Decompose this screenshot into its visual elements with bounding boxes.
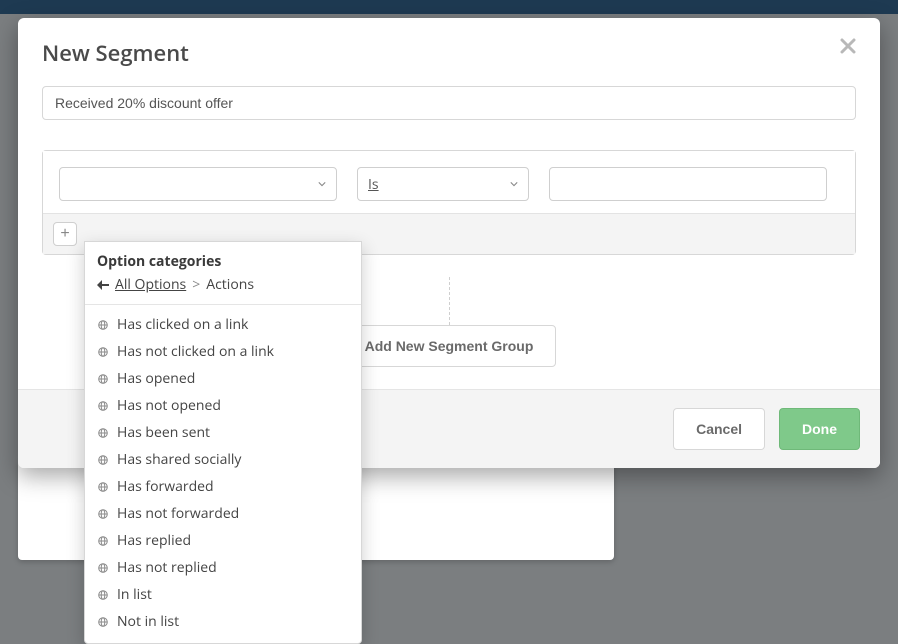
globe-icon bbox=[97, 589, 109, 601]
globe-icon bbox=[97, 535, 109, 547]
breadcrumb-current: Actions bbox=[206, 275, 254, 294]
done-button[interactable]: Done bbox=[779, 408, 860, 450]
new-segment-modal: New Segment bbox=[18, 18, 880, 468]
rule-operator-select[interactable]: Is bbox=[357, 167, 529, 201]
globe-icon bbox=[97, 346, 109, 358]
dropdown-list: Has clicked on a link Has not clicked on … bbox=[85, 307, 361, 643]
dropdown-item[interactable]: Has forwarded bbox=[85, 473, 361, 500]
dropdown-item[interactable]: Has shared socially bbox=[85, 446, 361, 473]
dropdown-item-label: Has forwarded bbox=[117, 477, 214, 496]
dropdown-item-label: Has clicked on a link bbox=[117, 315, 248, 334]
breadcrumb: All Options > Actions bbox=[97, 275, 349, 294]
field-dropdown: Option categories All Options > Actions … bbox=[84, 241, 362, 644]
globe-icon bbox=[97, 427, 109, 439]
add-rule-button[interactable]: + bbox=[53, 222, 77, 246]
dropdown-header: Option categories All Options > Actions bbox=[85, 242, 361, 302]
globe-icon bbox=[97, 454, 109, 466]
dropdown-item[interactable]: Has not forwarded bbox=[85, 500, 361, 527]
dropdown-item-label: Has been sent bbox=[117, 423, 210, 442]
dropdown-item[interactable]: Not in list bbox=[85, 608, 361, 635]
dropdown-item[interactable]: In list bbox=[85, 581, 361, 608]
modal-title: New Segment bbox=[42, 38, 189, 68]
dropdown-item[interactable]: Has been sent bbox=[85, 419, 361, 446]
dropdown-item-label: Has not opened bbox=[117, 396, 221, 415]
dropdown-item[interactable]: Has replied bbox=[85, 527, 361, 554]
dropdown-item[interactable]: Has clicked on a link bbox=[85, 311, 361, 338]
dropdown-item-label: In list bbox=[117, 585, 152, 604]
dropdown-item[interactable]: Has not opened bbox=[85, 392, 361, 419]
globe-icon bbox=[97, 373, 109, 385]
dropdown-item-label: Has not clicked on a link bbox=[117, 342, 274, 361]
globe-icon bbox=[97, 481, 109, 493]
dropdown-item[interactable]: Has not clicked on a link bbox=[85, 338, 361, 365]
breadcrumb-sep: > bbox=[192, 275, 200, 294]
dropdown-item-label: Has not forwarded bbox=[117, 504, 239, 523]
rule-field-select[interactable] bbox=[59, 167, 337, 201]
cancel-button[interactable]: Cancel bbox=[673, 408, 765, 450]
dropdown-title: Option categories bbox=[97, 252, 349, 271]
chevron-down-icon bbox=[510, 180, 518, 188]
dropdown-item-label: Has replied bbox=[117, 531, 191, 550]
dropdown-divider bbox=[85, 304, 361, 305]
close-button[interactable] bbox=[840, 38, 856, 54]
rule-row: Is bbox=[43, 151, 855, 213]
close-icon bbox=[840, 38, 856, 54]
globe-icon bbox=[97, 319, 109, 331]
globe-icon bbox=[97, 400, 109, 412]
breadcrumb-root[interactable]: All Options bbox=[115, 275, 186, 294]
globe-icon bbox=[97, 616, 109, 628]
chevron-down-icon bbox=[318, 180, 326, 188]
dropdown-item[interactable]: Has opened bbox=[85, 365, 361, 392]
rules-panel: Is + bbox=[42, 150, 856, 255]
globe-icon bbox=[97, 508, 109, 520]
connector-line bbox=[449, 277, 450, 325]
rule-operator-value: Is bbox=[368, 175, 504, 194]
dropdown-item-label: Has shared socially bbox=[117, 450, 241, 469]
add-segment-group-button[interactable]: Add New Segment Group bbox=[342, 325, 557, 367]
dropdown-item-label: Not in list bbox=[117, 612, 179, 631]
modal-header: New Segment bbox=[18, 18, 880, 72]
rule-value-input[interactable] bbox=[549, 167, 827, 201]
dropdown-item-label: Has opened bbox=[117, 369, 195, 388]
segment-name-input[interactable] bbox=[42, 86, 856, 120]
back-arrow-icon[interactable] bbox=[97, 280, 109, 290]
